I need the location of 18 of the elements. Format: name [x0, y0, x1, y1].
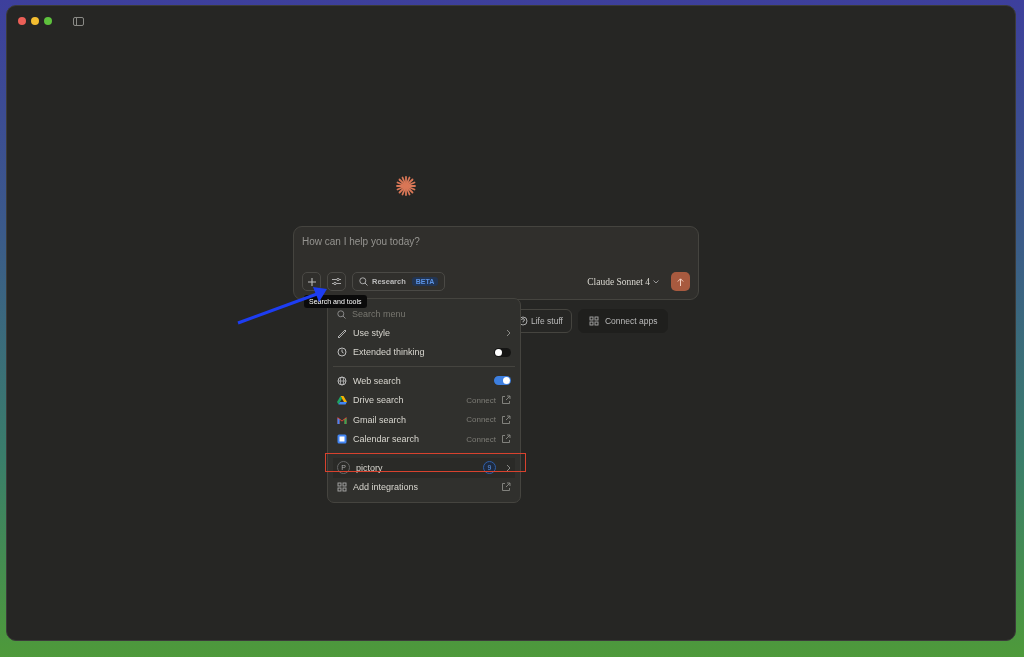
menu-item-label: Web search [353, 375, 401, 386]
menu-item-label: Gmail search [353, 414, 406, 425]
menu-item-label: Drive search [353, 395, 404, 406]
menu-item[interactable]: Calendar search Connect [333, 429, 515, 449]
message-input[interactable]: How can I help you today? [302, 236, 552, 247]
menu-item[interactable]: Web search [333, 371, 515, 391]
menu-item-label: Add integrations [353, 482, 419, 493]
menu-search-field[interactable]: Search menu [352, 309, 492, 319]
menu-item[interactable]: Add integrations [333, 477, 515, 497]
menu-item-label: Extended thinking [353, 347, 425, 358]
menu-item[interactable]: Extended thinking [333, 342, 515, 362]
menu-item[interactable]: Drive search Connect [333, 390, 515, 410]
menu-item-label: Calendar search [353, 434, 420, 445]
menu-item-label: Use style [353, 327, 390, 338]
menu-item-label: pictory [356, 462, 383, 473]
model-selector[interactable]: Claude Sonnet 4 [587, 276, 659, 287]
menu-item[interactable]: Gmail search Connect [333, 410, 515, 430]
suggestion-chip[interactable]: Connect apps [578, 309, 669, 333]
